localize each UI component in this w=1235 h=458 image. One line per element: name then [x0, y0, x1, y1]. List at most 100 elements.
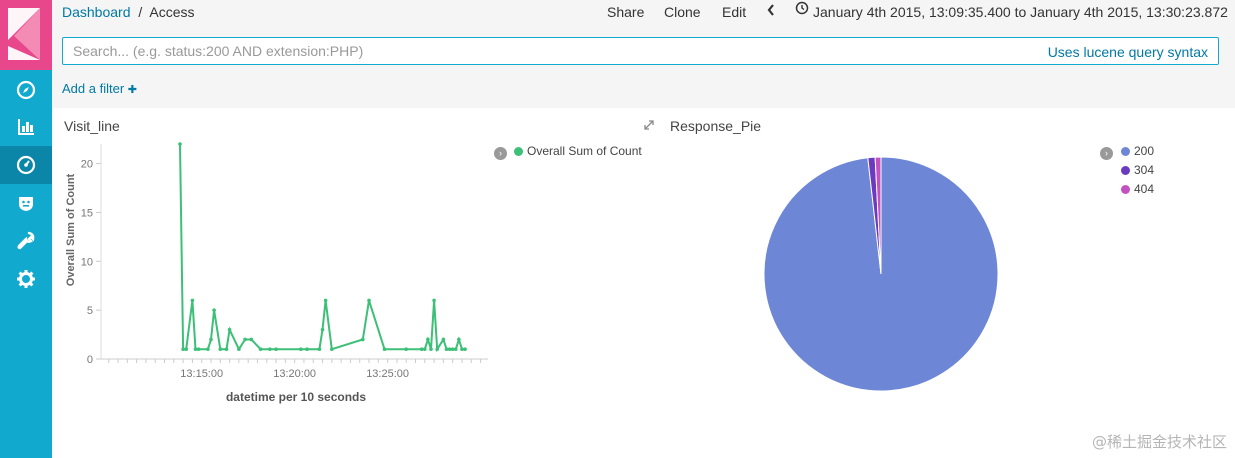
data-point[interactable] [435, 347, 439, 352]
data-point[interactable] [249, 337, 254, 342]
sidebar [0, 0, 52, 458]
clone-button[interactable]: Clone [664, 4, 701, 20]
data-point[interactable] [404, 347, 409, 352]
data-point[interactable] [320, 327, 325, 332]
breadcrumb-current: Access [149, 4, 195, 20]
x-axis-label: datetime per 10 seconds [226, 390, 366, 404]
share-button[interactable]: Share [607, 4, 644, 20]
wrench-icon [17, 231, 35, 250]
x-tick-label: 13:15:00 [180, 368, 223, 380]
data-point[interactable] [212, 308, 216, 312]
y-tick-label: 0 [87, 354, 93, 366]
series-line [179, 143, 466, 353]
data-point[interactable] [184, 347, 189, 352]
nav-dev-tools[interactable] [0, 222, 52, 260]
data-point[interactable] [224, 347, 229, 352]
lucene-syntax-link[interactable]: Uses lucene query syntax [1048, 44, 1208, 60]
y-axis-label: Overall Sum of Count [65, 173, 77, 286]
data-point[interactable] [237, 347, 241, 352]
breadcrumb: Dashboard / Access [62, 4, 195, 20]
edit-button[interactable]: Edit [722, 4, 746, 20]
y-tick-label: 15 [81, 207, 93, 219]
data-point[interactable] [382, 347, 387, 352]
data-point[interactable] [274, 347, 278, 352]
watermark: @稀土掘金技术社区 [1091, 433, 1227, 451]
y-tick-label: 20 [81, 159, 93, 171]
pie-legend-label: 200 [1134, 144, 1155, 158]
data-point[interactable] [463, 347, 467, 352]
legend-dot [1121, 166, 1130, 175]
data-point[interactable] [206, 347, 210, 352]
bar-chart-icon [18, 119, 34, 135]
pie-legend-item[interactable]: 304 [1121, 163, 1154, 177]
data-point[interactable] [243, 337, 247, 342]
data-point[interactable] [432, 298, 436, 303]
filter-bar: Add a filter ✚ [52, 70, 1235, 108]
response-pie-panel-title: Response_Pie [670, 118, 762, 134]
nav-dashboard[interactable] [0, 146, 52, 184]
data-point[interactable] [323, 298, 328, 303]
data-point[interactable] [299, 347, 303, 352]
data-point[interactable] [190, 298, 195, 303]
data-point[interactable] [422, 347, 427, 352]
legend-label: Overall Sum of Count [527, 144, 642, 158]
response-pie-chart [763, 156, 999, 392]
shield-face-icon [19, 197, 33, 211]
data-point[interactable] [453, 347, 458, 352]
visit-line-chart: Overall Sum of Count datetime per 10 sec… [65, 142, 488, 404]
data-point[interactable] [305, 347, 309, 352]
data-point[interactable] [441, 337, 446, 342]
gear-icon [17, 270, 35, 288]
pie-legend-toggle-icon[interactable]: › [1100, 147, 1113, 160]
data-point[interactable] [447, 347, 452, 352]
nav-visualize[interactable] [0, 108, 52, 146]
clock-icon[interactable] [795, 1, 809, 15]
pie-legend-label: 404 [1134, 182, 1155, 196]
data-point[interactable] [361, 337, 365, 342]
legend-dot [514, 147, 523, 156]
legend-item[interactable]: Overall Sum of Count [514, 144, 642, 158]
pie-legend-item[interactable]: 404 [1121, 182, 1154, 196]
data-point[interactable] [457, 337, 461, 342]
data-point[interactable] [258, 347, 263, 352]
data-point[interactable] [193, 347, 198, 352]
data-point[interactable] [227, 327, 232, 332]
nav-timelion[interactable] [0, 184, 52, 222]
search-bar: Uses lucene query syntax [62, 37, 1219, 65]
breadcrumb-dashboard-link[interactable]: Dashboard [62, 4, 131, 20]
data-point[interactable] [444, 347, 449, 352]
data-point[interactable] [268, 347, 272, 352]
gauge-icon [16, 155, 36, 175]
y-tick-label: 10 [81, 256, 93, 268]
data-point[interactable] [209, 337, 213, 342]
search-input[interactable] [73, 42, 1013, 60]
add-filter-label: Add a filter [62, 81, 125, 96]
data-point[interactable] [317, 347, 322, 352]
data-point[interactable] [218, 347, 223, 352]
legend-dot [1121, 147, 1130, 156]
data-point[interactable] [419, 347, 424, 352]
kibana-logo-icon [8, 8, 40, 60]
kibana-logo[interactable] [0, 0, 52, 70]
expand-panel-icon[interactable] [642, 118, 656, 132]
data-point[interactable] [178, 142, 182, 146]
time-range-picker[interactable]: January 4th 2015, 13:09:35.400 to Januar… [813, 4, 1228, 20]
nav-discover[interactable] [0, 71, 52, 109]
nav-management[interactable] [0, 260, 52, 298]
plus-icon: ✚ [127, 84, 137, 96]
data-point[interactable] [367, 298, 371, 303]
y-tick-label: 5 [87, 305, 93, 317]
chevron-left-icon[interactable] [766, 3, 776, 17]
x-tick-label: 13:20:00 [273, 368, 316, 380]
data-point[interactable] [426, 337, 430, 342]
pie-legend-item[interactable]: 200 [1121, 144, 1154, 158]
breadcrumb-separator: / [138, 4, 143, 20]
data-point[interactable] [460, 347, 464, 352]
top-nav: Dashboard / Access Share Clone Edit Janu… [52, 0, 1235, 70]
data-point[interactable] [450, 347, 455, 352]
data-point[interactable] [196, 347, 201, 352]
data-point[interactable] [429, 347, 433, 352]
data-point[interactable] [181, 347, 185, 352]
add-filter-button[interactable]: Add a filter ✚ [62, 81, 137, 96]
data-point[interactable] [330, 347, 334, 352]
